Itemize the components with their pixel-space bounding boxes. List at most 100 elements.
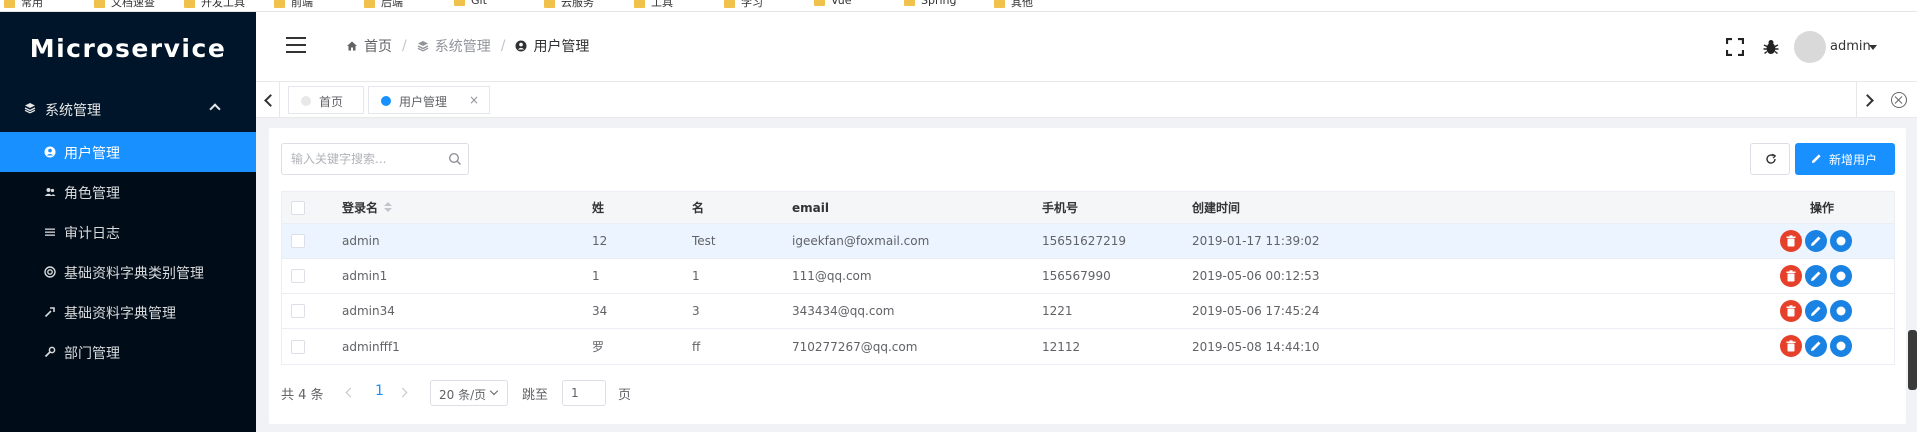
sort-icon[interactable] bbox=[384, 201, 393, 214]
page-number[interactable]: 1 bbox=[375, 383, 384, 399]
bookmark-item[interactable]: 常用 bbox=[4, 0, 43, 9]
tag-dot-icon bbox=[301, 96, 311, 106]
trash-icon bbox=[1786, 235, 1796, 247]
delete-button[interactable] bbox=[1780, 230, 1802, 252]
top-header: 首页 / 系统管理 / 用户管理 admin bbox=[256, 12, 1917, 82]
tags-scroll-left-icon[interactable] bbox=[256, 82, 280, 118]
more-button[interactable] bbox=[1830, 335, 1852, 357]
edit-button[interactable] bbox=[1805, 300, 1827, 322]
sidebar-submenu: 用户管理 角色管理 审计日志 基础资料字典类别管理 基础资料字典管理 部门管理 bbox=[0, 132, 256, 432]
edit-button[interactable] bbox=[1805, 335, 1827, 357]
tag-home[interactable]: 首页 bbox=[288, 86, 364, 114]
table-row[interactable]: admin34 34 3 343434@qq.com 1221 2019-05-06 17… bbox=[282, 294, 1894, 329]
layers-icon bbox=[417, 41, 429, 52]
close-icon[interactable]: × bbox=[469, 93, 479, 107]
bookmark-item[interactable]: 学习 bbox=[724, 0, 763, 9]
cell-login: admin bbox=[342, 234, 380, 248]
bookmark-item[interactable]: Git bbox=[454, 0, 487, 8]
cell-login: admin34 bbox=[342, 304, 395, 318]
bookmark-item[interactable]: Spring bbox=[904, 0, 957, 8]
sidebar-item-user-management[interactable]: 用户管理 bbox=[0, 132, 256, 172]
pagination-total: 共 4 条 bbox=[281, 388, 324, 403]
sidebar-item-department-management[interactable]: 部门管理 bbox=[0, 332, 256, 372]
search-icon[interactable] bbox=[448, 152, 462, 166]
cell-first-name: ff bbox=[692, 339, 701, 354]
column-header-first-name: 名 bbox=[692, 201, 705, 215]
row-checkbox[interactable] bbox=[291, 304, 305, 318]
search-input[interactable] bbox=[283, 145, 443, 173]
caret-down-icon[interactable] bbox=[1869, 45, 1877, 50]
username[interactable]: admin bbox=[1830, 39, 1871, 54]
row-checkbox[interactable] bbox=[291, 269, 305, 283]
delete-button[interactable] bbox=[1780, 300, 1802, 322]
bookmark-item[interactable]: 开发工具 bbox=[184, 0, 245, 9]
row-checkbox[interactable] bbox=[291, 234, 305, 248]
sidebar-item-label: 基础资料字典类别管理 bbox=[64, 266, 204, 282]
next-page-icon[interactable] bbox=[397, 387, 408, 398]
cell-created: 2019-05-06 00:12:53 bbox=[1192, 269, 1320, 283]
tags-scroll-right-icon[interactable] bbox=[1856, 82, 1880, 118]
sidebar-item-dict-category[interactable]: 基础资料字典类别管理 bbox=[0, 252, 256, 292]
breadcrumb-system[interactable]: 系统管理 bbox=[417, 36, 491, 56]
bookmark-item[interactable]: 前端 bbox=[274, 0, 313, 9]
table-row[interactable]: admin 12 Test igeekfan@foxmail.com 156516272… bbox=[282, 224, 1894, 259]
circle-icon bbox=[1836, 236, 1846, 246]
cell-created: 2019-05-08 14:44:10 bbox=[1192, 339, 1320, 354]
menu-toggle-icon[interactable] bbox=[286, 37, 306, 53]
goto-label: 跳至 bbox=[522, 388, 549, 403]
sidebar-group-label: 系统管理 bbox=[45, 103, 101, 119]
bug-icon[interactable] bbox=[1762, 38, 1780, 56]
tag-user-management[interactable]: 用户管理 × bbox=[368, 86, 490, 114]
fullscreen-icon[interactable] bbox=[1726, 38, 1744, 56]
cell-phone: 1221 bbox=[1042, 304, 1073, 318]
folder-icon bbox=[814, 0, 825, 6]
add-user-button[interactable]: 新增用户 bbox=[1795, 143, 1895, 175]
bookmark-item[interactable]: 后端 bbox=[364, 0, 403, 9]
folder-icon bbox=[94, 0, 105, 8]
sidebar-item-dict-management[interactable]: 基础资料字典管理 bbox=[0, 292, 256, 332]
folder-icon bbox=[454, 0, 465, 6]
more-button[interactable] bbox=[1830, 265, 1852, 287]
page-scrollbar[interactable] bbox=[1908, 330, 1917, 390]
bookmark-item[interactable]: 其他 bbox=[994, 0, 1033, 9]
chevron-down-icon bbox=[489, 386, 499, 396]
delete-button[interactable] bbox=[1780, 335, 1802, 357]
select-all-checkbox[interactable] bbox=[291, 200, 305, 215]
bookmark-item[interactable]: Vue bbox=[814, 0, 852, 8]
sidebar-group-system[interactable]: 系统管理 bbox=[0, 91, 256, 127]
bookmark-item[interactable]: 云服务 bbox=[544, 0, 594, 9]
page-size-select[interactable]: 20 条/页 bbox=[430, 380, 508, 406]
edit-button[interactable] bbox=[1805, 265, 1827, 287]
wrench-icon bbox=[44, 307, 55, 318]
column-header-login[interactable]: 登录名 bbox=[342, 192, 393, 223]
goto-page-input[interactable] bbox=[562, 380, 606, 406]
refresh-button[interactable] bbox=[1750, 143, 1790, 175]
sidebar: Microservice 系统管理 用户管理 角色管理 审计日志 基础资料字典类… bbox=[0, 12, 256, 432]
sidebar-item-audit-log[interactable]: 审计日志 bbox=[0, 212, 256, 252]
prev-page-icon[interactable] bbox=[345, 387, 356, 398]
row-checkbox[interactable] bbox=[291, 339, 305, 354]
cell-first-name: Test bbox=[692, 234, 716, 248]
cell-email: 710277267@qq.com bbox=[792, 339, 918, 354]
breadcrumb: 首页 / 系统管理 / 用户管理 bbox=[346, 36, 589, 56]
more-button[interactable] bbox=[1830, 300, 1852, 322]
folder-icon bbox=[994, 0, 1005, 8]
table-row[interactable]: admin1 1 1 111@qq.com 156567990 2019-05-06 00… bbox=[282, 259, 1894, 294]
bookmark-item[interactable]: 文档速查 bbox=[94, 0, 155, 9]
avatar[interactable] bbox=[1794, 31, 1826, 63]
folder-icon bbox=[274, 0, 285, 8]
trash-icon bbox=[1786, 270, 1796, 282]
cell-phone: 12112 bbox=[1042, 339, 1081, 354]
close-all-tags-icon[interactable] bbox=[1891, 92, 1907, 108]
table-row[interactable]: adminfff1 罗 ff 710277267@qq.com 12112 2019-05… bbox=[282, 329, 1894, 364]
bookmark-item[interactable]: 工具 bbox=[634, 0, 673, 9]
user-circle-icon bbox=[515, 40, 527, 52]
edit-button[interactable] bbox=[1805, 230, 1827, 252]
user-list-card: 新增用户 登录名 姓 名 email 手机号 创建时间 操作 admin 12 Te… bbox=[269, 128, 1906, 424]
circle-icon bbox=[1836, 306, 1846, 316]
breadcrumb-home[interactable]: 首页 bbox=[346, 36, 392, 56]
more-button[interactable] bbox=[1830, 230, 1852, 252]
user-table: 登录名 姓 名 email 手机号 创建时间 操作 admin 12 Test ige… bbox=[281, 191, 1895, 365]
sidebar-item-role-management[interactable]: 角色管理 bbox=[0, 172, 256, 212]
delete-button[interactable] bbox=[1780, 265, 1802, 287]
